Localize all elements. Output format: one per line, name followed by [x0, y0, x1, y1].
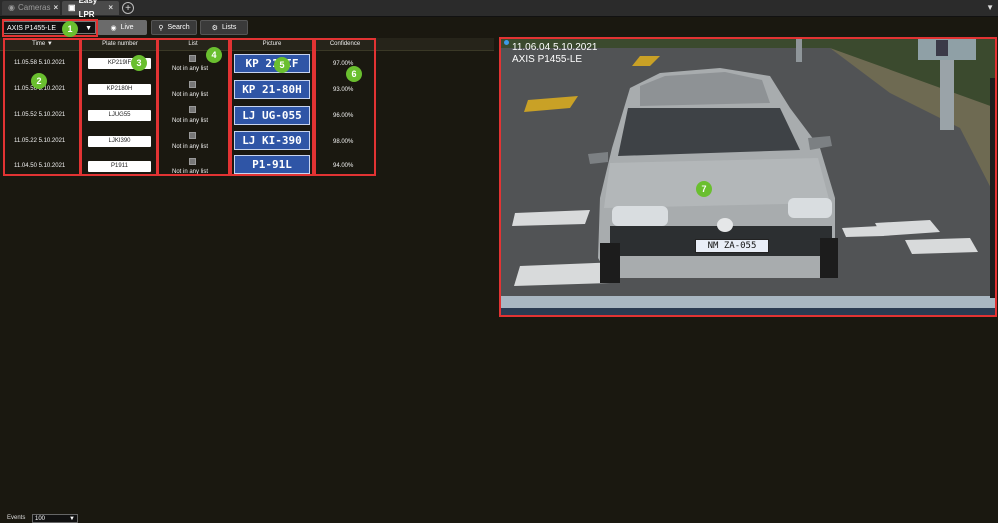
callout-badge: 4 [206, 47, 222, 63]
plate-picture[interactable]: KP 21-80H [234, 80, 310, 99]
list-checkbox[interactable] [189, 132, 196, 139]
callout-box-2 [3, 38, 81, 176]
search-icon: ⚲ [158, 24, 164, 32]
list-cell: Not in any list [172, 169, 209, 175]
camera-select-value: AXIS P1455-LE [7, 25, 57, 32]
confidence-cell: 98.00% [333, 139, 354, 145]
callout-badge: 3 [131, 55, 147, 71]
confidence-cell: 94.00% [333, 163, 354, 169]
events-count-select[interactable]: 100 ▼ [32, 514, 78, 523]
camera-icon: ◉ [110, 24, 117, 32]
callout-badge: 2 [31, 73, 47, 89]
video-camera-name: AXIS P1455-LE [512, 54, 583, 65]
callout-badge: 6 [346, 66, 362, 82]
add-tab-icon[interactable]: + [122, 2, 134, 14]
vehicle-plate: NM ZA-055 [695, 239, 769, 253]
list-cell: Not in any list [172, 144, 209, 150]
live-button[interactable]: ◉ Live [97, 20, 147, 35]
plate-picture[interactable]: LJ KI-390 [234, 131, 310, 150]
live-video-view[interactable]: 11.06.04 5.10.2021 AXIS P1455-LE NM ZA-0… [500, 38, 996, 315]
confidence-cell: 96.00% [333, 113, 354, 119]
car-icon: ▣ [68, 3, 76, 12]
video-overlay-text: 11.06.04 5.10.2021 AXIS P1455-LE [512, 42, 597, 66]
lists-button[interactable]: ⚙ Lists [200, 20, 248, 35]
search-label: Search [167, 24, 190, 31]
camera-scene-image [500, 38, 996, 315]
camera-icon: ◉ [8, 3, 15, 12]
tab-cameras[interactable]: ◉ Cameras × [2, 1, 60, 15]
list-cell: Not in any list [172, 118, 209, 124]
plate-picture[interactable]: KP 219IF [234, 54, 310, 73]
plate-picture[interactable]: P1-91L [234, 155, 310, 174]
close-icon[interactable]: × [53, 1, 58, 15]
callout-badge: 7 [696, 181, 712, 197]
search-button[interactable]: ⚲ Search [151, 20, 197, 35]
events-label: Events [7, 515, 26, 521]
callout-badge: 1 [62, 21, 78, 37]
tab-bar [0, 0, 998, 17]
callout-box-6 [314, 38, 376, 176]
callout-badge: 5 [274, 57, 290, 73]
plate-field[interactable]: P1911 [88, 161, 151, 172]
list-checkbox[interactable] [189, 81, 196, 88]
time-cell: 11.04.50 5.10.2021 [14, 163, 66, 169]
column-header-plate[interactable]: Plate number [82, 38, 158, 50]
column-header-picture[interactable]: Picture [232, 38, 312, 50]
column-header-confidence[interactable]: Confidence [315, 38, 375, 50]
tab-label: Easy LPR [78, 0, 98, 19]
chevron-down-icon: ▼ [85, 25, 92, 32]
chevron-down-icon[interactable]: ▼ [986, 3, 994, 12]
tab-label: Cameras [17, 3, 51, 12]
column-label: Time [32, 41, 46, 47]
gear-icon: ⚙ [211, 24, 218, 32]
live-label: Live [120, 24, 134, 31]
close-icon[interactable]: × [108, 1, 113, 15]
recording-indicator-icon [504, 40, 509, 45]
plate-field[interactable]: LJKI390 [88, 136, 151, 147]
plate-field[interactable]: LJUG55 [88, 110, 151, 121]
time-cell: 11.05.52 5.10.2021 [14, 112, 66, 118]
plate-field[interactable]: KP2180H [88, 84, 151, 95]
tab-easy-lpr[interactable]: ▣ Easy LPR × [62, 0, 119, 19]
video-timestamp: 11.06.04 5.10.2021 [512, 42, 598, 53]
list-cell: Not in any list [172, 92, 209, 98]
time-cell: 11.05.22 5.10.2021 [14, 138, 66, 144]
list-checkbox[interactable] [189, 106, 196, 113]
column-header-time[interactable]: Time ▼ [5, 38, 80, 50]
lists-label: Lists [221, 24, 237, 31]
camera-select[interactable]: AXIS P1455-LE ▼ [3, 21, 96, 34]
plate-picture[interactable]: LJ UG-055 [234, 106, 310, 125]
list-checkbox[interactable] [189, 158, 196, 165]
confidence-cell: 93.00% [333, 87, 354, 93]
time-cell: 11.05.58 5.10.2021 [14, 60, 66, 66]
chevron-down-icon: ▼ [69, 516, 75, 522]
list-checkbox[interactable] [189, 55, 196, 62]
events-count-value: 100 [35, 516, 46, 522]
list-cell: Not in any list [172, 66, 209, 72]
